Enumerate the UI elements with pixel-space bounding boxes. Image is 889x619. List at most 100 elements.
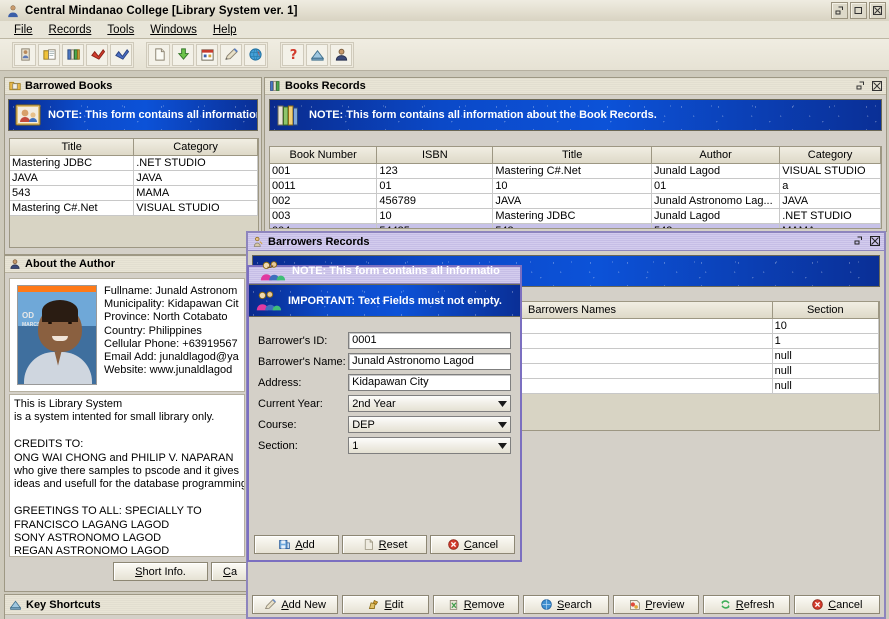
- short-info-label: Short Info.: [135, 565, 186, 578]
- globe-icon[interactable]: [244, 43, 266, 66]
- add-icon: [279, 540, 290, 549]
- open-book-gold-icon[interactable]: [38, 43, 60, 66]
- restore-icon[interactable]: [854, 79, 867, 92]
- cell-title: 10: [492, 178, 653, 194]
- column-category[interactable]: Category: [779, 147, 881, 164]
- restore-icon[interactable]: [831, 2, 848, 19]
- column-isbn[interactable]: ISBN: [376, 147, 494, 164]
- cell-isbn: 01: [376, 178, 494, 194]
- cell-category: JAVA: [779, 193, 881, 209]
- borrower-id-field[interactable]: 0001: [348, 332, 511, 349]
- menu-help-label: Help: [212, 23, 237, 36]
- window-titlebar: Central Mindanao College [Library System…: [0, 0, 889, 22]
- people-icon: [256, 290, 282, 310]
- table-row[interactable]: 0011 01 10 01 a: [270, 178, 881, 194]
- refresh-label: Refresh: [735, 598, 775, 611]
- column-title[interactable]: Title: [492, 147, 653, 164]
- toolbar-group-2: [146, 41, 268, 68]
- search-button[interactable]: Search: [522, 595, 610, 614]
- column-section[interactable]: Section: [772, 302, 879, 319]
- edit-label: Edit: [384, 598, 404, 611]
- cancel-button[interactable]: Cancel: [793, 595, 880, 614]
- preview-button[interactable]: Preview: [613, 595, 700, 614]
- borrower-name-field[interactable]: Junald Astronomo Lagod: [348, 353, 511, 370]
- address-field[interactable]: Kidapawan City: [348, 374, 511, 391]
- blank-page-icon[interactable]: [148, 43, 170, 66]
- column-book-number[interactable]: Book Number: [270, 147, 378, 164]
- edit-icon: [369, 599, 379, 609]
- user-profile-icon[interactable]: [330, 43, 352, 66]
- cell-category: JAVA: [133, 170, 258, 186]
- column-category[interactable]: Category: [133, 139, 258, 156]
- library-building-icon[interactable]: [306, 43, 328, 66]
- chevron-down-icon[interactable]: [495, 417, 510, 432]
- close-icon[interactable]: [869, 2, 886, 19]
- cancel-icon: [448, 539, 459, 550]
- table-row[interactable]: 001 123 Mastering C#.Net Junald Lagod VI…: [270, 163, 881, 179]
- borrower-id-value: 0001: [352, 334, 377, 346]
- cancel-button[interactable]: Cancel: [430, 535, 515, 554]
- current-year-label: Current Year:: [258, 397, 323, 410]
- books-records-title: Books Records: [285, 80, 366, 92]
- current-year-select[interactable]: 2nd Year: [348, 395, 511, 412]
- section-select[interactable]: 1: [348, 437, 511, 454]
- person-book-icon[interactable]: [14, 43, 36, 66]
- pencil-write-icon[interactable]: [220, 43, 242, 66]
- cell-book-number: 0011: [270, 178, 378, 194]
- search-icon: [541, 599, 552, 610]
- cell-book-number: 004: [270, 223, 378, 228]
- person-icon: [10, 259, 20, 269]
- close-icon[interactable]: [868, 234, 881, 247]
- menubar: File Records Tools Windows Help: [0, 21, 889, 39]
- add-new-label: Add New: [281, 598, 326, 611]
- course-select[interactable]: DEP: [348, 416, 511, 433]
- green-download-icon[interactable]: [172, 43, 194, 66]
- cell-title: JAVA: [10, 170, 135, 186]
- close-icon[interactable]: [870, 79, 883, 92]
- about-author-window: About the Author OD MARCS Fullname: Junal…: [4, 255, 271, 592]
- add-button[interactable]: Add: [254, 535, 339, 554]
- cell-title: 543: [10, 185, 135, 201]
- books-records-table[interactable]: Book Number ISBN Title Author Category 0…: [269, 146, 882, 229]
- refresh-button[interactable]: Refresh: [703, 595, 790, 614]
- column-title[interactable]: Title: [10, 139, 135, 156]
- table-row[interactable]: JAVA JAVA: [10, 170, 258, 186]
- table-row[interactable]: 543 MAMA: [10, 185, 258, 201]
- restore-icon[interactable]: [852, 234, 865, 247]
- reset-button[interactable]: Reset: [342, 535, 427, 554]
- toolbar: ?: [0, 39, 889, 71]
- remove-button[interactable]: Remove: [432, 595, 519, 614]
- table-row[interactable]: Mastering JDBC .NET STUDIO: [10, 155, 258, 171]
- table-row[interactable]: Mastering C#.Net VISUAL STUDIO: [10, 200, 258, 216]
- author-detail: Website: www.junaldlagod: [104, 364, 233, 377]
- barrowed-books-icon: [15, 104, 41, 126]
- table-row[interactable]: 004 54435 543 543 MAMA: [270, 223, 881, 228]
- menu-tools[interactable]: Tools: [99, 23, 142, 37]
- add-label: Add: [295, 538, 315, 551]
- chevron-down-icon[interactable]: [495, 396, 510, 411]
- menu-records[interactable]: Records: [41, 23, 100, 37]
- maximize-icon[interactable]: [850, 2, 867, 19]
- calendar-icon[interactable]: [196, 43, 218, 66]
- preview-icon: [630, 600, 640, 610]
- menu-windows[interactable]: Windows: [142, 23, 205, 37]
- toolbar-group-3: ?: [280, 41, 354, 68]
- cell-book-number: 002: [270, 193, 378, 209]
- books-shelf-icon[interactable]: [62, 43, 84, 66]
- about-author-titlebar: About the Author: [5, 256, 248, 273]
- add-new-button[interactable]: Add New: [252, 595, 339, 614]
- menu-file[interactable]: File: [6, 23, 41, 37]
- cancel-label: Cancel: [828, 598, 863, 611]
- column-author[interactable]: Author: [651, 147, 781, 164]
- chevron-down-icon[interactable]: [495, 438, 510, 453]
- red-question-icon[interactable]: ?: [282, 43, 304, 66]
- books-stack-icon: [277, 105, 298, 126]
- table-row[interactable]: 003 10 Mastering JDBC Junald Lagod .NET …: [270, 208, 881, 224]
- table-row[interactable]: 002 456789 JAVA Junald Astronomo Lag... …: [270, 193, 881, 209]
- edit-button[interactable]: Edit: [342, 595, 429, 614]
- barrowed-books-table[interactable]: Title Category Mastering JDBC .NET STUDIO…: [9, 138, 259, 248]
- short-info-button[interactable]: Short Info.: [113, 562, 208, 581]
- blue-check-icon[interactable]: [110, 43, 132, 66]
- menu-help[interactable]: Help: [205, 23, 245, 37]
- red-check-icon[interactable]: [86, 43, 108, 66]
